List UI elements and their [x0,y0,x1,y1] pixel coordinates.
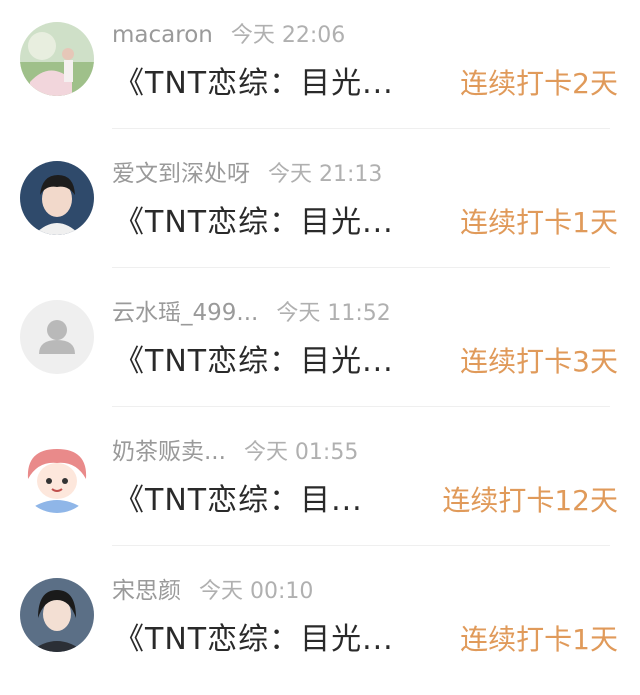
default-person-avatar[interactable] [20,300,94,374]
divider [112,406,610,407]
timestamp: 今天 11:52 [276,301,391,326]
anime-girl-avatar[interactable] [20,439,94,513]
young-man-photo-avatar[interactable] [20,161,94,235]
message-preview[interactable]: 《TNT恋综：目光... [114,340,394,384]
message-preview[interactable]: 《TNT恋综：目光... [114,62,394,106]
message-preview[interactable]: 《TNT恋综：目光... [114,201,394,245]
message-header: macaron 今天 22:06 [112,18,345,52]
message-header: 爱文到深处呀 今天 21:13 [112,157,382,191]
timestamp: 今天 01:55 [243,440,359,465]
portrait-photo-avatar[interactable] [20,578,94,652]
list-item[interactable]: 爱文到深处呀 今天 21:13 《TNT恋综：目光... 连续打卡1天 [0,139,640,278]
streak-badge: 连续打卡2天 [460,67,618,100]
timestamp: 今天 21:13 [268,162,383,187]
list-item[interactable]: 宋思颜 今天 00:10 《TNT恋综：目光... 连续打卡1天 [0,556,640,695]
divider [112,128,610,129]
checkin-list: macaron 今天 22:06 《TNT恋综：目光... 连续打卡2天 爱文到深… [0,0,640,673]
message-header: 宋思颜 今天 00:10 [112,574,313,608]
timestamp: 今天 00:10 [199,579,314,604]
streak-badge: 连续打卡1天 [460,623,618,656]
message-header: 云水瑶_499... 今天 11:52 [112,296,391,330]
message-preview[interactable]: 《TNT恋综：目... [114,479,363,523]
username[interactable]: 云水瑶_499... [112,300,258,326]
list-item[interactable]: macaron 今天 22:06 《TNT恋综：目光... 连续打卡2天 [0,0,640,139]
streak-badge: 连续打卡12天 [442,484,618,517]
message-header: 奶茶贩卖... 今天 01:55 [112,435,358,469]
username[interactable]: 奶茶贩卖... [112,439,226,465]
divider [112,545,610,546]
message-preview[interactable]: 《TNT恋综：目光... [114,618,394,662]
username[interactable]: macaron [112,22,213,48]
streak-badge: 连续打卡1天 [460,206,618,239]
username[interactable]: 宋思颜 [112,578,181,604]
landscape-photo-avatar[interactable] [20,22,94,96]
list-item[interactable]: 云水瑶_499... 今天 11:52 《TNT恋综：目光... 连续打卡3天 [0,278,640,417]
username[interactable]: 爱文到深处呀 [112,161,250,187]
list-item[interactable]: 奶茶贩卖... 今天 01:55 《TNT恋综：目... 连续打卡12天 [0,417,640,556]
timestamp: 今天 22:06 [230,23,346,48]
divider [112,267,610,268]
streak-badge: 连续打卡3天 [460,345,618,378]
